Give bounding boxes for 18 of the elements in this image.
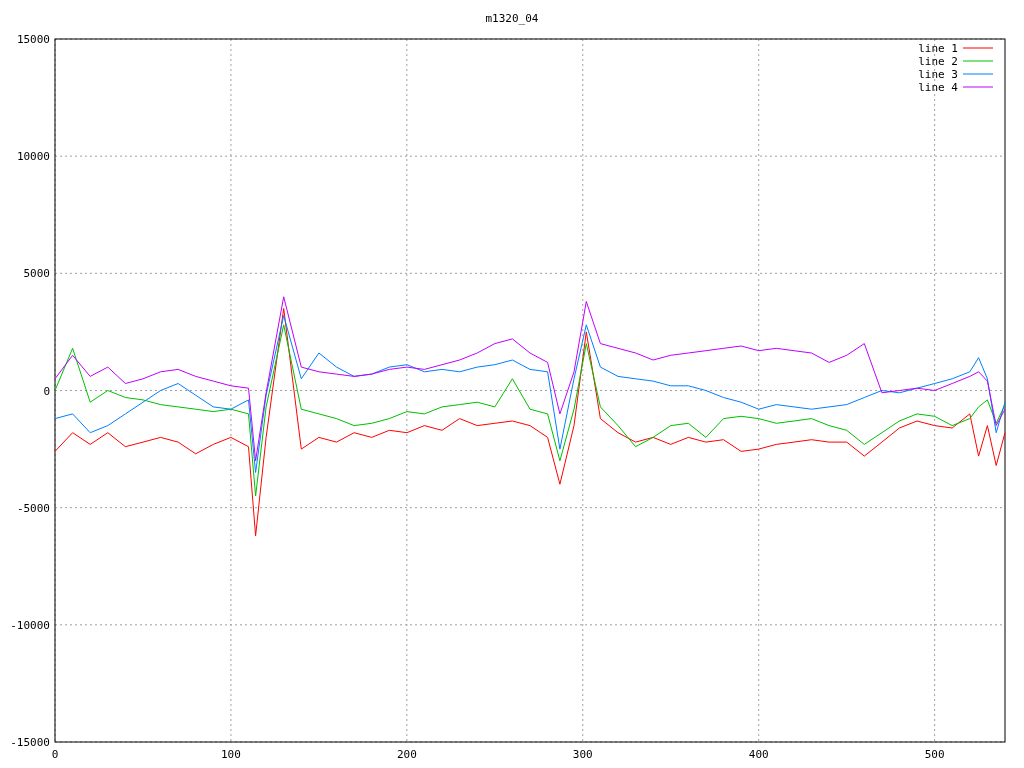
x-tick-label: 500 (924, 748, 945, 761)
x-tick-label: 0 (51, 748, 59, 761)
chart-title: m1320_04 (485, 12, 539, 25)
y-tick-label: -15000 (10, 736, 50, 749)
legend-label: line 2 (918, 55, 958, 68)
legend-label: line 3 (918, 68, 958, 81)
legend-label: line 4 (918, 81, 958, 94)
x-tick-label: 400 (748, 748, 769, 761)
y-tick-label: 10000 (16, 150, 50, 164)
y-tick-label: 15000 (16, 33, 50, 46)
legend-label: line 1 (918, 42, 958, 55)
y-tick-label: -10000 (10, 618, 50, 632)
y-tick-label: 5000 (23, 267, 50, 281)
x-tick-label: 200 (396, 748, 417, 761)
y-tick-label: -5000 (16, 501, 50, 515)
x-tick-label: 300 (572, 748, 593, 761)
x-tick-label: 100 (221, 748, 241, 761)
y-tick-label: 0 (43, 384, 50, 398)
